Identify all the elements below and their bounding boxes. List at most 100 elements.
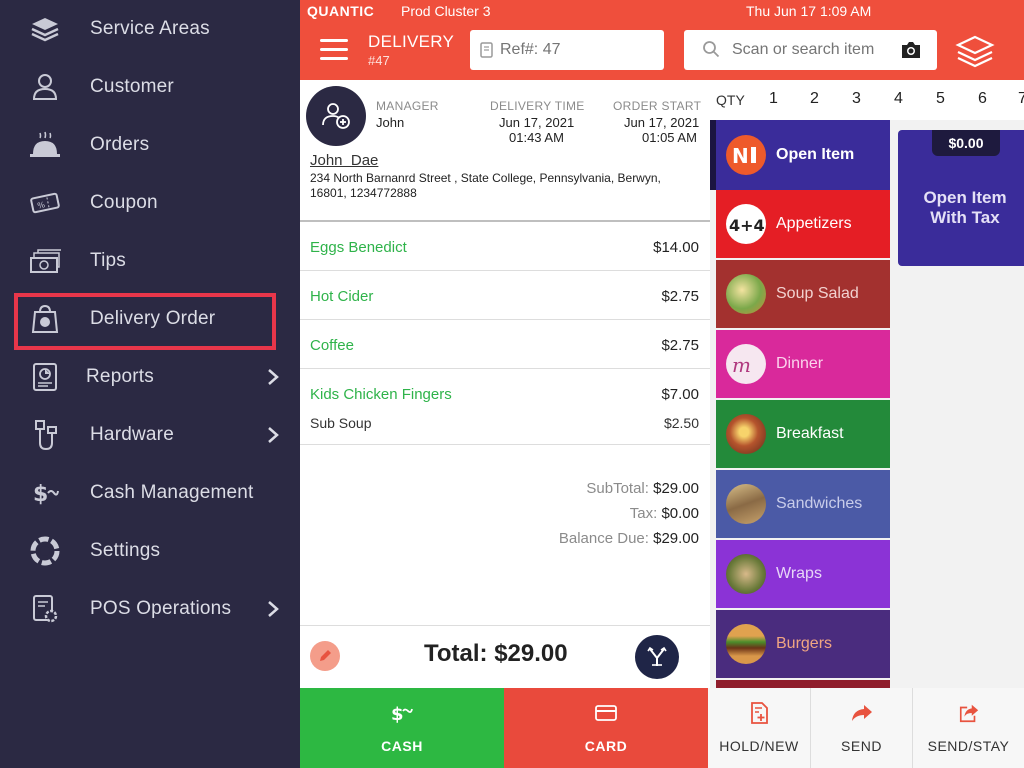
customer-address: 234 North Barnanrd Street , State Colleg… [310,171,661,200]
header: QUANTIC Prod Cluster 3 Thu Jun 17 1:09 A… [300,0,1024,80]
user-icon [28,70,62,104]
chevron-right-icon [266,425,280,445]
sidebar-item-settings[interactable]: Settings [0,522,300,580]
sidebar-item-label: Coupon [90,192,158,213]
ref-number-input[interactable] [470,30,664,70]
report-icon [28,360,62,394]
send-stay-button[interactable]: SEND/STAY [913,688,1024,768]
item-price-badge: $0.00 [932,130,1000,156]
subtotal-label: SubTotal: [586,480,649,497]
category-wraps[interactable]: Wraps [716,540,890,608]
category-label: Wraps [776,565,822,582]
order-item-name[interactable]: Hot Cider [310,288,373,305]
action-label: SEND [841,738,882,754]
qty-option[interactable]: 2 [810,90,819,108]
sidebar-item-service-areas[interactable]: Service Areas [0,0,300,58]
balance-value: $29.00 [653,530,699,547]
order-number: #47 [368,53,390,68]
qty-option[interactable]: 6 [978,90,987,108]
send-stay-icon [958,702,980,724]
order-total: Total: $29.00 [424,640,568,667]
qty-option[interactable]: 3 [852,90,861,108]
dollar-icon: $ [28,476,62,510]
item-tile-open-item-with-tax[interactable]: $0.00 Open Item With Tax [898,130,1024,266]
sidebar-item-label: Service Areas [90,18,210,39]
sidebar-item-coupon[interactable]: % Coupon [0,174,300,232]
hold-new-icon [748,702,770,724]
category-breakfast[interactable]: Breakfast [716,400,890,468]
category-label: Sandwiches [776,495,863,512]
item-search-input[interactable] [732,30,900,70]
layers-toggle-icon[interactable] [955,34,995,70]
customer-name[interactable]: John Dae [310,152,378,169]
action-label: SEND/STAY [927,738,1010,754]
cash-button[interactable]: $ CASH [300,688,504,768]
qty-option[interactable]: 7 [1018,90,1024,108]
divider [300,220,710,222]
edit-order-button[interactable] [310,641,340,671]
sidebar-item-pos-operations[interactable]: POS Operations [0,580,300,638]
send-icon [851,702,873,724]
hold-new-button[interactable]: HOLD/NEW [708,688,811,768]
order-start-label: ORDER START [613,99,702,113]
burgers-thumbnail-icon [726,624,766,664]
modifier-price: $2.50 [663,415,699,431]
card-button[interactable]: CARD [504,688,708,768]
qty-option[interactable]: 5 [936,90,945,108]
sidebar-item-tips[interactable]: Tips [0,232,300,290]
split-order-button[interactable] [635,635,679,679]
qty-option[interactable]: 1 [769,90,778,108]
qty-option[interactable]: 4 [894,90,903,108]
add-user-icon [322,103,350,129]
svg-text:$: $ [33,482,48,507]
svg-text:4+4: 4+4 [729,216,765,235]
category-label: Soup Salad [776,285,859,302]
item-tile-label: Open Item With Tax [898,188,1024,228]
cloche-icon [28,128,62,162]
split-icon [647,646,667,666]
divider [300,444,710,445]
category-open-item[interactable]: N Open Item [710,120,890,190]
category-appetizers[interactable]: 4+4 Appetizers [716,190,890,258]
sidebar-item-label: Reports [86,366,154,387]
order-item-price: $2.75 [661,288,699,305]
item-grid: $0.00 Open Item With Tax [890,120,1024,688]
delivery-time: 01:43 AM [509,130,564,145]
brand-logo: QUANTIC [307,3,375,19]
sidebar-item-label: Tips [90,250,126,271]
category-sandwiches[interactable]: Sandwiches [716,470,890,538]
open-item-logo-icon: N [726,135,766,175]
order-item-name[interactable]: Kids Chicken Fingers [310,386,452,403]
menu-icon[interactable] [320,39,348,61]
order-item-name[interactable]: Eggs Benedict [310,239,407,256]
category-soup-salad[interactable]: Soup Salad [716,260,890,328]
camera-icon[interactable] [900,40,922,60]
sidebar-item-label: Orders [90,134,150,155]
soup-salad-thumbnail-icon [726,274,766,314]
sidebar-item-customer[interactable]: Customer [0,58,300,116]
sidebar-item-label: Hardware [90,424,174,445]
tax-label: Tax: [629,505,658,522]
cash-stack-icon [28,244,62,278]
category-burgers[interactable]: Burgers [716,610,890,678]
category-peek [716,680,890,688]
qty-bar: QTY 1 2 3 4 5 6 7 [710,80,1024,120]
order-item-name[interactable]: Coffee [310,337,354,354]
delivery-order-highlight [14,293,276,350]
add-customer-button[interactable] [306,86,366,146]
sidebar-item-label: Settings [90,540,161,561]
sidebar-item-orders[interactable]: Orders [0,116,300,174]
cash-icon: $ [391,702,413,724]
sidebar-item-reports[interactable]: Reports [0,348,300,406]
sidebar-item-hardware[interactable]: Hardware [0,406,300,464]
send-button[interactable]: SEND [811,688,913,768]
category-label: Breakfast [776,425,844,442]
subtotal-row: SubTotal: $29.00 [586,480,699,497]
manager-name: John [376,115,405,130]
sidebar-item-cash-management[interactable]: $ Cash Management [0,464,300,522]
order-item-price: $7.00 [661,386,699,403]
subtotal-value: $29.00 [653,480,699,497]
category-dinner[interactable]: m Dinner [716,330,890,398]
svg-text:N: N [732,144,749,168]
sandwiches-thumbnail-icon [726,484,766,524]
